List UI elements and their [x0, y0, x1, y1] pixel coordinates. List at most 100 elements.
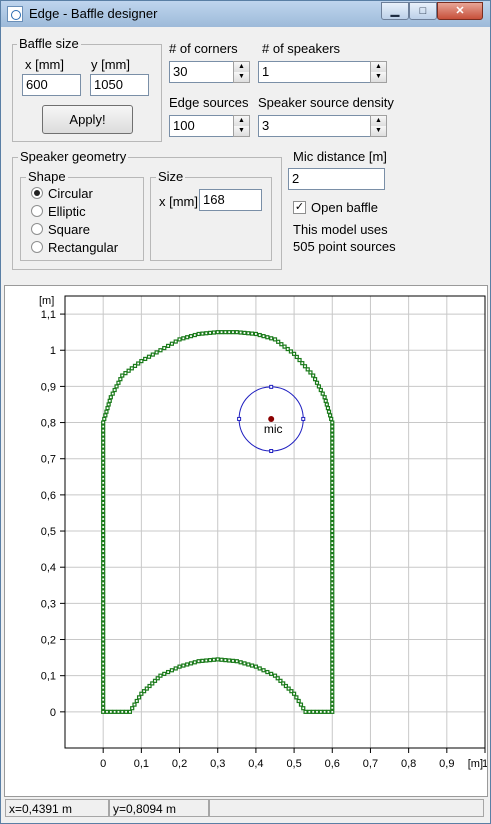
- baffle-plot-panel[interactable]: 0 0,1 0,2 0,3 0,4 0,5 0,6 0,7 0,8 0,9 1 0 0,1 0,2 0,3 0…: [4, 285, 488, 797]
- window-title: Edge - Baffle designer: [29, 6, 158, 21]
- edge-source-point: [101, 701, 106, 706]
- edge-source-point: [330, 520, 335, 526]
- baffle-y-input[interactable]: 1050: [90, 74, 149, 96]
- y-tick-label: 0,6: [41, 490, 56, 502]
- edge-source-point: [323, 398, 328, 403]
- edge-source-point: [101, 536, 106, 542]
- edge-source-point: [330, 420, 335, 425]
- shape-square-radio[interactable]: [31, 223, 43, 235]
- edge-source-point: [330, 476, 335, 481]
- edge-source-point: [107, 398, 112, 403]
- edge-source-point: [101, 637, 106, 642]
- size-x-input[interactable]: 168: [199, 189, 262, 211]
- speaker-density-input[interactable]: 3: [258, 115, 371, 137]
- edge-source-point: [330, 701, 335, 706]
- x-unit-label: [m]: [468, 758, 483, 770]
- edge-source-point: [330, 705, 335, 710]
- edge-source-point: [234, 659, 239, 664]
- edge-source-point: [101, 565, 106, 570]
- x-tick-label: 0,2: [172, 758, 187, 770]
- spin-down-icon[interactable]: ▼: [234, 72, 249, 82]
- edge-source-point: [110, 391, 115, 396]
- maximize-button[interactable]: □: [409, 2, 437, 20]
- shape-elliptic-radio[interactable]: [31, 205, 43, 217]
- spin-down-icon[interactable]: ▼: [371, 72, 386, 82]
- corners-spinner[interactable]: ▲ ▼: [233, 61, 250, 83]
- size-x-label: x [mm]: [159, 194, 198, 209]
- edge-source-point: [330, 693, 335, 698]
- spin-down-icon[interactable]: ▼: [371, 126, 386, 136]
- shape-elliptic-label[interactable]: Elliptic: [48, 204, 86, 219]
- edge-source-point: [123, 371, 128, 376]
- speaker-density-spinner[interactable]: ▲ ▼: [370, 115, 387, 137]
- mic-distance-input[interactable]: 2: [288, 168, 385, 190]
- spin-down-icon[interactable]: ▼: [234, 126, 249, 136]
- edge-source-point: [101, 589, 106, 594]
- edge-source-point: [108, 395, 113, 400]
- x-tick-label: 0,8: [401, 758, 416, 770]
- edge-source-point: [101, 645, 106, 650]
- edge-source-point: [330, 500, 335, 506]
- edge-sources-spinner[interactable]: ▲ ▼: [233, 115, 250, 137]
- edge-source-point: [104, 409, 109, 414]
- edge-source-point: [101, 464, 106, 469]
- status-bar: x=0,4391 m y=0,8094 m: [4, 799, 488, 819]
- edge-source-point: [330, 565, 335, 570]
- edge-source-point: [101, 444, 106, 449]
- edge-source-point: [101, 549, 106, 554]
- edge-source-point: [188, 334, 194, 339]
- edge-source-point: [330, 593, 335, 598]
- edge-source-point: [330, 605, 335, 610]
- edge-source-point: [330, 532, 335, 538]
- edge-source-point: [253, 664, 259, 669]
- edge-source-point: [330, 508, 335, 514]
- edge-source-point: [162, 671, 167, 676]
- edge-source-point: [169, 341, 175, 346]
- baffle-x-input[interactable]: 600: [22, 74, 81, 96]
- open-baffle-label[interactable]: Open baffle: [311, 200, 378, 215]
- edge-source-point: [238, 330, 243, 335]
- edge-source-point: [330, 468, 335, 473]
- edge-source-point: [330, 585, 335, 590]
- corners-input[interactable]: 30: [169, 61, 234, 83]
- edge-source-point: [330, 697, 335, 702]
- edge-source-point: [101, 561, 106, 566]
- baffle-plot[interactable]: 0 0,1 0,2 0,3 0,4 0,5 0,6 0,7 0,8 0,9 1 0 0,1 0,2 0,3 0…: [5, 286, 488, 796]
- speakers-spinner[interactable]: ▲ ▼: [370, 61, 387, 83]
- edge-source-point: [101, 504, 106, 510]
- edge-source-point: [330, 484, 335, 489]
- edge-source-point: [330, 444, 335, 449]
- edge-source-point: [234, 330, 239, 335]
- edge-source-point: [330, 472, 335, 477]
- edge-source-point: [101, 524, 106, 530]
- minimize-button[interactable]: ▁: [381, 2, 409, 20]
- edge-source-point: [118, 377, 123, 382]
- edge-source-point: [330, 641, 335, 646]
- edge-source-point: [200, 331, 205, 336]
- shape-circular-label[interactable]: Circular: [48, 186, 93, 201]
- edge-source-point: [330, 573, 335, 578]
- edge-source-point: [101, 661, 106, 666]
- shape-circular-radio[interactable]: [31, 187, 43, 199]
- apply-button[interactable]: Apply!: [42, 105, 133, 134]
- edge-source-point: [116, 709, 121, 714]
- model-info-line1: This model uses: [293, 222, 388, 237]
- edge-source-point: [207, 330, 213, 335]
- shape-rectangular-radio[interactable]: [31, 241, 43, 253]
- edge-source-point: [330, 456, 335, 461]
- shape-rectangular-label[interactable]: Rectangular: [48, 240, 118, 255]
- edge-source-point: [101, 633, 106, 638]
- edge-source-point: [230, 330, 236, 335]
- edge-source-point: [269, 671, 274, 676]
- edge-source-point: [101, 657, 106, 662]
- plot-frame: [64, 295, 486, 749]
- open-baffle-checkbox[interactable]: ✓: [293, 201, 306, 214]
- shape-square-label[interactable]: Square: [48, 222, 90, 237]
- edge-sources-input[interactable]: 100: [169, 115, 234, 137]
- speakers-input[interactable]: 1: [258, 61, 371, 83]
- x-tick-label: 0,9: [439, 758, 454, 770]
- close-button[interactable]: ✕: [437, 2, 483, 20]
- x-tick-label: 0: [100, 758, 106, 770]
- edge-source-point: [101, 432, 106, 437]
- edge-source-point: [219, 330, 224, 335]
